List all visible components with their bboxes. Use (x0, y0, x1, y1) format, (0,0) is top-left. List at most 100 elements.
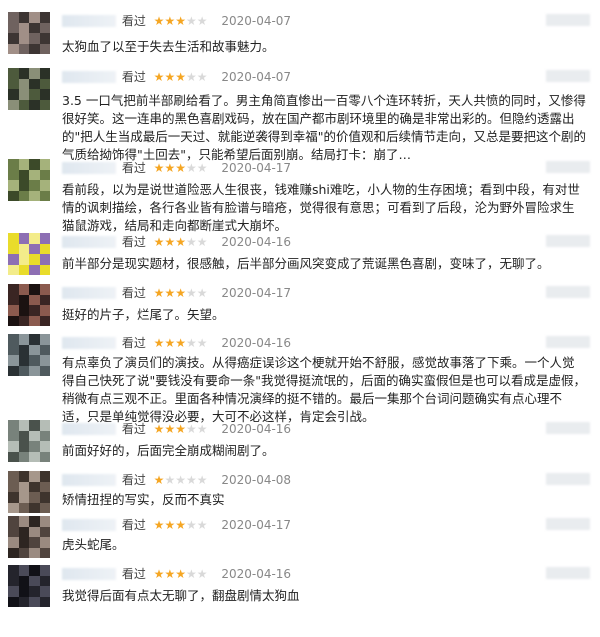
review-meta: 看过 ★★★★★ 2020-04-16 (62, 565, 291, 583)
avatar[interactable] (8, 420, 50, 462)
vote-area-blurred (546, 518, 590, 530)
avatar[interactable] (8, 284, 50, 326)
star-filled-icon: ★ (164, 566, 176, 581)
star-filled-icon: ★ (153, 13, 165, 28)
star-filled-icon: ★ (153, 566, 165, 581)
star-empty-icon: ★ (196, 517, 208, 532)
star-rating: ★★★★★ (154, 14, 208, 28)
avatar[interactable] (8, 12, 50, 54)
review-meta: 看过 ★★★★★ 2020-04-16 (62, 334, 291, 352)
star-rating: ★★★★★ (154, 161, 208, 175)
avatar[interactable] (8, 159, 50, 201)
viewed-label: 看过 (121, 235, 146, 249)
viewed-label: 看过 (121, 473, 146, 487)
viewed-label: 看过 (121, 14, 146, 28)
star-rating: ★★★★★ (154, 235, 208, 249)
star-empty-icon: ★ (185, 13, 197, 28)
avatar[interactable] (8, 233, 50, 275)
viewed-label: 看过 (121, 70, 146, 84)
star-filled-icon: ★ (153, 335, 165, 350)
avatar[interactable] (8, 516, 50, 558)
vote-area-blurred (546, 235, 590, 247)
star-filled-icon: ★ (153, 472, 165, 487)
star-empty-icon: ★ (185, 160, 197, 175)
star-filled-icon: ★ (153, 69, 165, 84)
star-empty-icon: ★ (196, 234, 208, 249)
star-empty-icon: ★ (175, 472, 186, 487)
username-blurred[interactable] (62, 70, 116, 83)
star-rating: ★★★★★ (154, 422, 208, 436)
star-empty-icon: ★ (196, 13, 208, 28)
star-empty-icon: ★ (196, 69, 208, 84)
username-blurred[interactable] (62, 161, 116, 174)
star-filled-icon: ★ (175, 234, 186, 249)
star-filled-icon: ★ (175, 285, 186, 300)
star-filled-icon: ★ (175, 566, 186, 581)
star-filled-icon: ★ (153, 160, 165, 175)
username-blurred[interactable] (62, 567, 116, 580)
star-filled-icon: ★ (153, 517, 165, 532)
star-empty-icon: ★ (185, 517, 197, 532)
username-blurred[interactable] (62, 336, 116, 349)
star-filled-icon: ★ (175, 13, 186, 28)
vote-area-blurred (546, 14, 590, 26)
username-blurred[interactable] (62, 235, 116, 248)
review-text: 看前段，以为是说世道险恶人生很丧，钱难赚shi难吃，小人物的生存困境；看到中段，… (62, 182, 580, 233)
review-date: 2020-04-17 (221, 517, 292, 532)
review-meta: 看过 ★★★★★ 2020-04-17 (62, 284, 291, 302)
star-filled-icon: ★ (175, 517, 186, 532)
review-meta: 看过 ★★★★★ 2020-04-17 (62, 159, 291, 177)
avatar[interactable] (8, 68, 50, 110)
review-text: 挺好的片子，烂尾了。矢望。 (62, 307, 225, 322)
star-filled-icon: ★ (164, 335, 176, 350)
review-text: 前半部分是现实题材，很感触，后半部分画风突变成了荒诞黑色喜剧，变味了，无聊了。 (62, 256, 550, 271)
review-meta: 看过 ★★★★★ 2020-04-17 (62, 516, 291, 534)
star-rating: ★★★★★ (154, 70, 208, 84)
avatar[interactable] (8, 471, 50, 513)
star-filled-icon: ★ (164, 517, 176, 532)
star-filled-icon: ★ (153, 285, 165, 300)
review-meta: 看过 ★★★★★ 2020-04-07 (62, 68, 291, 86)
review-text: 3.5 一口气把前半部刷给看了。男主角简直惨出一百零八个连环转折，天人共愤的同时… (62, 93, 587, 162)
star-filled-icon: ★ (175, 160, 186, 175)
star-filled-icon: ★ (164, 421, 176, 436)
star-empty-icon: ★ (185, 472, 197, 487)
username-blurred[interactable] (62, 286, 116, 299)
review-meta: 看过 ★★★★★ 2020-04-07 (62, 12, 291, 30)
star-filled-icon: ★ (175, 335, 186, 350)
review-date: 2020-04-17 (221, 285, 292, 300)
username-blurred[interactable] (62, 14, 116, 27)
review-text: 矫情扭捏的写实，反而不真实 (62, 492, 225, 507)
vote-area-blurred (546, 161, 590, 173)
star-filled-icon: ★ (164, 234, 176, 249)
star-empty-icon: ★ (164, 472, 176, 487)
review-text: 我觉得后面有点太无聊了，翻盘剧情太狗血 (62, 588, 300, 603)
viewed-label: 看过 (121, 518, 146, 532)
star-rating: ★★★★★ (154, 336, 208, 350)
vote-area-blurred (546, 336, 590, 348)
star-empty-icon: ★ (185, 335, 197, 350)
username-blurred[interactable] (62, 422, 116, 435)
review-date: 2020-04-16 (221, 335, 292, 350)
avatar[interactable] (8, 565, 50, 607)
star-rating: ★★★★★ (154, 473, 208, 487)
star-empty-icon: ★ (185, 285, 197, 300)
star-empty-icon: ★ (196, 335, 208, 350)
review-meta: 看过 ★★★★★ 2020-04-16 (62, 233, 291, 251)
review-text: 有点辜负了演员们的演技。从得癌症误诊这个梗就开始不舒服，感觉故事落了下乘。一个人… (62, 355, 587, 424)
review-date: 2020-04-16 (221, 421, 292, 436)
star-empty-icon: ★ (185, 421, 197, 436)
viewed-label: 看过 (121, 161, 146, 175)
review-meta: 看过 ★★★★★ 2020-04-16 (62, 420, 291, 438)
star-empty-icon: ★ (185, 234, 197, 249)
viewed-label: 看过 (121, 286, 146, 300)
star-empty-icon: ★ (196, 566, 208, 581)
username-blurred[interactable] (62, 518, 116, 531)
review-date: 2020-04-08 (221, 472, 292, 487)
star-empty-icon: ★ (196, 160, 208, 175)
avatar[interactable] (8, 334, 50, 376)
star-rating: ★★★★★ (154, 518, 208, 532)
star-filled-icon: ★ (175, 421, 186, 436)
username-blurred[interactable] (62, 473, 116, 486)
star-empty-icon: ★ (185, 69, 197, 84)
